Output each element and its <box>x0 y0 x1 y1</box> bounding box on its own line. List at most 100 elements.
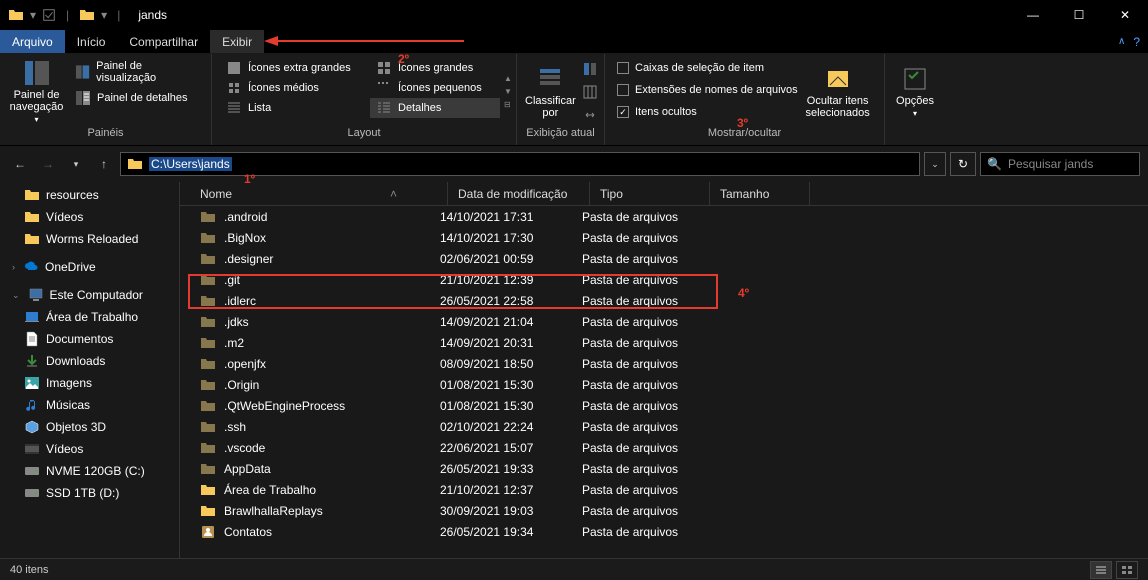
folder-icon <box>200 230 216 246</box>
table-row[interactable]: .git21/10/2021 12:39Pasta de arquivos <box>180 269 1148 290</box>
file-type: Pasta de arquivos <box>582 273 702 287</box>
navigation-pane-button[interactable]: Painel de navegação ▾ <box>8 58 65 125</box>
menu-tabs: Arquivo Início Compartilhar Exibir ∧ ? <box>0 30 1148 54</box>
details-pane-button[interactable]: Painel de detalhes <box>71 88 203 108</box>
table-row[interactable]: .idlerc26/05/2021 22:58Pasta de arquivos <box>180 290 1148 311</box>
file-date: 14/10/2021 17:30 <box>440 231 582 245</box>
extra-large-icons-button[interactable]: Ícones extra grandes <box>220 58 370 78</box>
table-row[interactable]: .openjfx08/09/2021 18:50Pasta de arquivo… <box>180 353 1148 374</box>
sidebar-item-desktop[interactable]: Área de Trabalho <box>0 306 179 328</box>
refresh-button[interactable]: ↻ <box>950 152 976 176</box>
table-row[interactable]: .m214/09/2021 20:31Pasta de arquivos <box>180 332 1148 353</box>
up-button[interactable]: ↑ <box>92 152 116 176</box>
folder-icon <box>200 398 216 414</box>
tab-view[interactable]: Exibir <box>210 30 264 53</box>
show-hide-group-label: Mostrar/ocultar <box>613 125 876 141</box>
file-name: .ssh <box>224 420 246 434</box>
maximize-button[interactable]: ☐ <box>1056 0 1102 30</box>
small-icons-button[interactable]: Ícones pequenos <box>370 78 500 98</box>
address-dropdown-button[interactable]: ⌄ <box>924 152 946 176</box>
help-icon[interactable]: ? <box>1133 35 1140 49</box>
checkbox-icon[interactable] <box>42 8 56 22</box>
item-checkboxes-toggle[interactable]: Caixas de seleção de item <box>613 60 802 76</box>
sidebar-item-nvme-drive[interactable]: NVME 120GB (C:) <box>0 460 179 482</box>
size-columns-icon[interactable] <box>582 107 598 123</box>
table-row[interactable]: .vscode22/06/2021 15:07Pasta de arquivos <box>180 437 1148 458</box>
sidebar-item-3d-objects[interactable]: Objetos 3D <box>0 416 179 438</box>
file-list[interactable]: .android14/10/2021 17:31Pasta de arquivo… <box>180 206 1148 558</box>
table-row[interactable]: AppData26/05/2021 19:33Pasta de arquivos <box>180 458 1148 479</box>
recent-locations-button[interactable]: ▾ <box>64 152 88 176</box>
file-name: .git <box>224 273 240 287</box>
medium-icons-button[interactable]: Ícones médios <box>220 78 370 98</box>
hide-selected-button[interactable]: Ocultar itens selecionados <box>808 58 868 125</box>
options-button[interactable]: Opções ▾ <box>893 58 937 125</box>
sidebar-item-documents[interactable]: Documentos <box>0 328 179 350</box>
table-row[interactable]: .android14/10/2021 17:31Pasta de arquivo… <box>180 206 1148 227</box>
item-count: 40 itens <box>10 564 49 576</box>
expand-icon[interactable]: ⊟ <box>504 100 512 109</box>
column-header-date[interactable]: Data de modificação <box>448 182 590 205</box>
folder-icon <box>200 293 216 309</box>
scroll-up-icon[interactable]: ▲ <box>504 74 512 83</box>
file-type: Pasta de arquivos <box>582 315 702 329</box>
group-by-icon[interactable] <box>582 61 598 77</box>
search-input[interactable]: 🔍 Pesquisar jands <box>980 152 1140 176</box>
table-row[interactable]: Área de Trabalho21/10/2021 12:37Pasta de… <box>180 479 1148 500</box>
tab-file[interactable]: Arquivo <box>0 30 65 53</box>
file-type: Pasta de arquivos <box>582 525 702 539</box>
table-row[interactable]: .QtWebEngineProcess01/08/2021 15:30Pasta… <box>180 395 1148 416</box>
sidebar-item-music[interactable]: Músicas <box>0 394 179 416</box>
table-row[interactable]: Contatos26/05/2021 19:34Pasta de arquivo… <box>180 521 1148 542</box>
table-row[interactable]: .BigNox14/10/2021 17:30Pasta de arquivos <box>180 227 1148 248</box>
scroll-down-icon[interactable]: ▼ <box>504 87 512 96</box>
back-button[interactable]: ← <box>8 152 32 176</box>
sidebar-item-resources[interactable]: resources <box>0 184 179 206</box>
sidebar-item-onedrive[interactable]: ›OneDrive <box>0 256 179 278</box>
tab-home[interactable]: Início <box>65 30 118 53</box>
hidden-items-toggle[interactable]: Itens ocultos <box>613 104 802 120</box>
sidebar-item-videos[interactable]: Vídeos <box>0 206 179 228</box>
table-row[interactable]: BrawlhallaReplays30/09/2021 19:03Pasta d… <box>180 500 1148 521</box>
file-type: Pasta de arquivos <box>582 462 702 476</box>
file-name: BrawlhallaReplays <box>224 504 323 518</box>
folder-icon <box>200 440 216 456</box>
sidebar-item-worms[interactable]: Worms Reloaded <box>0 228 179 250</box>
sidebar-item-this-pc[interactable]: ⌄Este Computador <box>0 284 179 306</box>
list-button[interactable]: Lista <box>220 98 370 118</box>
file-date: 21/10/2021 12:37 <box>440 483 582 497</box>
table-row[interactable]: .designer02/06/2021 00:59Pasta de arquiv… <box>180 248 1148 269</box>
folder-icon <box>200 482 216 498</box>
sidebar-item-ssd-drive[interactable]: SSD 1TB (D:) <box>0 482 179 504</box>
details-view-button[interactable]: Detalhes <box>370 98 500 118</box>
close-button[interactable]: ✕ <box>1102 0 1148 30</box>
large-icons-button[interactable]: Ícones grandes <box>370 58 500 78</box>
file-type: Pasta de arquivos <box>582 210 702 224</box>
add-columns-icon[interactable] <box>582 84 598 100</box>
file-extensions-toggle[interactable]: Extensões de nomes de arquivos <box>613 82 802 98</box>
column-headers: Nome˄ Data de modificação Tipo Tamanho <box>180 182 1148 206</box>
file-type: Pasta de arquivos <box>582 294 702 308</box>
sidebar-item-downloads[interactable]: Downloads <box>0 350 179 372</box>
thumbnails-view-toggle[interactable] <box>1116 561 1138 579</box>
tab-share[interactable]: Compartilhar <box>117 30 210 53</box>
table-row[interactable]: .Origin01/08/2021 15:30Pasta de arquivos <box>180 374 1148 395</box>
forward-button[interactable]: → <box>36 152 60 176</box>
column-header-size[interactable]: Tamanho <box>710 182 810 205</box>
file-date: 30/09/2021 19:03 <box>440 504 582 518</box>
column-header-name[interactable]: Nome˄ <box>180 182 448 205</box>
file-date: 14/09/2021 21:04 <box>440 315 582 329</box>
minimize-button[interactable]: — <box>1010 0 1056 30</box>
preview-pane-button[interactable]: Painel de visualização <box>71 58 203 86</box>
details-view-toggle[interactable] <box>1090 561 1112 579</box>
address-field[interactable]: C:\Users\jands <box>120 152 920 176</box>
sort-by-button[interactable]: Classificar por <box>525 58 576 125</box>
sidebar-item-images[interactable]: Imagens <box>0 372 179 394</box>
table-row[interactable]: .jdks14/09/2021 21:04Pasta de arquivos <box>180 311 1148 332</box>
table-row[interactable]: .ssh02/10/2021 22:24Pasta de arquivos <box>180 416 1148 437</box>
navigation-sidebar: resources Vídeos Worms Reloaded ›OneDriv… <box>0 182 180 558</box>
search-icon: 🔍 <box>987 157 1002 171</box>
chevron-up-icon[interactable]: ∧ <box>1118 36 1125 47</box>
sidebar-item-videos2[interactable]: Vídeos <box>0 438 179 460</box>
column-header-type[interactable]: Tipo <box>590 182 710 205</box>
